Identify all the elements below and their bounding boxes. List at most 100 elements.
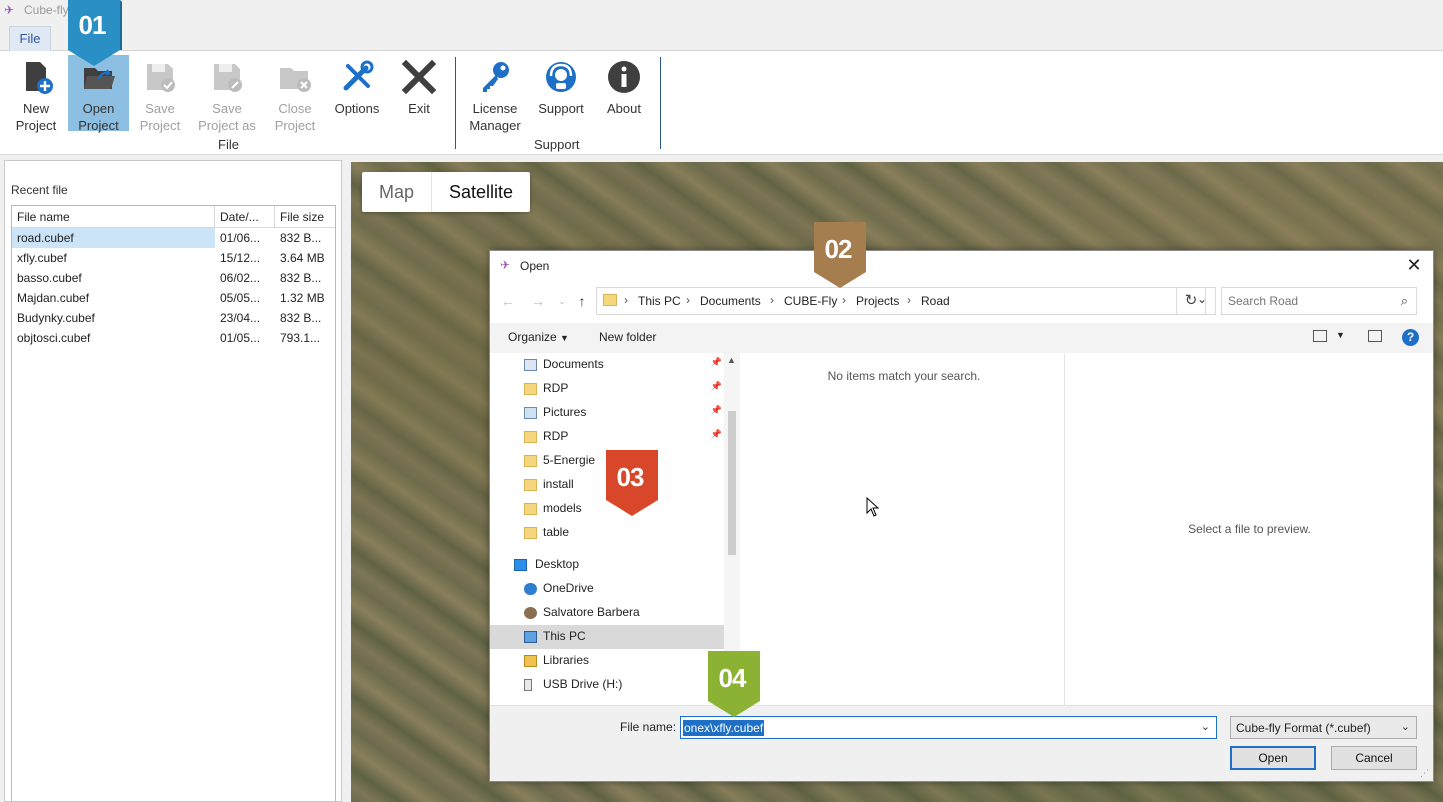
support-button[interactable]: Support (532, 55, 590, 131)
breadcrumb-separator-icon: › (770, 293, 774, 307)
pin-icon: 📌 (710, 405, 722, 415)
file-name-label: File name: (620, 720, 677, 734)
close-project-label-1: Close (278, 101, 312, 116)
nav-item-label: RDP (543, 429, 569, 443)
breadcrumb-separator-icon: › (907, 293, 911, 307)
file-type-value: Cube-fly Format (*.cubef) (1236, 721, 1371, 735)
nav-item-label: Libraries (543, 653, 590, 667)
nav-item[interactable]: Desktop (490, 553, 724, 577)
file-size-cell: 793.1... (280, 331, 321, 345)
cancel-button[interactable]: Cancel (1331, 746, 1417, 770)
breadcrumb-road[interactable]: Road (921, 294, 950, 308)
recent-files-table: File name Date/... File size road.cubef 0… (11, 205, 336, 802)
nav-item-label: RDP (543, 381, 569, 395)
badge-number: 04 (718, 663, 747, 693)
breadcrumb-separator-icon: › (624, 293, 628, 307)
table-row[interactable]: xfly.cubef 15/12... 3.64 MB (12, 248, 335, 268)
file-name-cell: objtosci.cubef (17, 331, 91, 345)
address-bar[interactable]: › This PC › Documents › CUBE-Fly › Proje… (596, 287, 1216, 315)
app-logo-icon: ✈ (4, 3, 15, 17)
up-arrow-icon[interactable]: ↑ (572, 291, 592, 311)
folder-icon (524, 503, 537, 515)
view-options-icon[interactable] (1313, 330, 1327, 342)
open-button[interactable]: Open (1230, 746, 1316, 770)
ribbon-tab-strip: File (0, 22, 1443, 52)
nav-item[interactable]: USB Drive (H:) (490, 673, 724, 697)
table-row[interactable]: Budynky.cubef 23/04... 832 B... (12, 308, 335, 328)
column-header-file-name[interactable]: File name (12, 206, 215, 228)
exit-button[interactable]: Exit (392, 55, 446, 131)
breadcrumb-projects[interactable]: Projects (856, 294, 899, 308)
close-project-button[interactable]: Close Project (268, 55, 322, 133)
scroll-up-arrow-icon[interactable]: ▲ (727, 355, 736, 365)
table-row[interactable]: road.cubef 01/06... 832 B... (12, 228, 335, 248)
help-icon[interactable]: ? (1402, 329, 1419, 346)
file-name-value[interactable]: onex\xfly.cubef (683, 720, 765, 736)
dialog-close-button[interactable]: ✕ (1403, 254, 1425, 276)
group-label-support: Support (534, 137, 580, 152)
cloud-icon (524, 583, 537, 595)
date-cell: 05/05... (220, 291, 261, 305)
preview-pane-icon[interactable] (1368, 330, 1382, 342)
search-icon: ⌕ (1400, 293, 1408, 308)
table-row[interactable]: Majdan.cubef 05/05... 1.32 MB (12, 288, 335, 308)
nav-item[interactable]: Pictures 📌 (490, 401, 724, 425)
nav-item[interactable]: OneDrive (490, 577, 724, 601)
file-list-pane[interactable]: No items match your search. (743, 353, 1065, 705)
breadcrumb-this-pc[interactable]: This PC (638, 294, 681, 308)
resize-grip-icon[interactable]: ⋰ (1420, 768, 1429, 779)
nav-item-label: 5-Energie (543, 453, 596, 467)
new-project-button[interactable]: New Project (8, 55, 64, 133)
about-button[interactable]: About (598, 55, 650, 131)
open-project-button[interactable]: Open Project (68, 55, 129, 133)
nav-item[interactable]: Salvatore Barbera (490, 601, 724, 625)
license-manager-button[interactable]: License Manager (464, 55, 526, 133)
column-header-date[interactable]: Date/... (215, 206, 275, 228)
save-project-label-2: Project (139, 118, 181, 133)
desktop-icon (514, 559, 527, 571)
new-folder-button[interactable]: New folder (599, 330, 656, 344)
nav-item[interactable]: Documents 📌 (490, 353, 724, 377)
map-view-button[interactable]: Map (362, 172, 433, 212)
nav-item[interactable]: RDP 📌 (490, 425, 724, 449)
key-icon (483, 62, 509, 92)
recent-files-rows: road.cubef 01/06... 832 B... xfly.cubef 15/1… (12, 228, 335, 348)
file-name-input[interactable]: onex\xfly.cubef ⌄ (680, 716, 1217, 739)
scrollbar-thumb[interactable] (728, 411, 736, 555)
open-project-label-1: Open (82, 101, 115, 116)
step-badge-01: 01 (66, 0, 128, 66)
refresh-icon[interactable]: ↻ (1176, 287, 1206, 315)
pin-icon: 📌 (710, 429, 722, 439)
save-project-button[interactable]: Save Project (134, 55, 186, 133)
nav-item[interactable]: RDP 📌 (490, 377, 724, 401)
nav-item-label: USB Drive (H:) (543, 677, 623, 691)
table-row[interactable]: objtosci.cubef 01/05... 793.1... (12, 328, 335, 348)
satellite-view-button[interactable]: Satellite (432, 172, 530, 212)
step-badge-03: 03 (604, 450, 660, 516)
window-title: Cube-fly (24, 3, 69, 17)
search-input[interactable] (1228, 293, 1388, 309)
save-project-as-button[interactable]: Save Project as (194, 55, 260, 133)
chevron-down-icon[interactable]: ⌄ (1201, 720, 1210, 733)
nav-item[interactable]: This PC (490, 625, 724, 649)
tab-file[interactable]: File (9, 26, 51, 52)
nav-item[interactable]: table (490, 521, 724, 545)
breadcrumb-documents[interactable]: Documents (700, 294, 761, 308)
command-bar: Organize ▼ New folder ▼ ? (490, 323, 1433, 353)
options-button[interactable]: Options (330, 55, 384, 131)
recent-locations-chevron-icon[interactable]: ⌄ (552, 291, 572, 311)
column-header-file-size[interactable]: File size (275, 206, 335, 228)
breadcrumb-cube-fly[interactable]: CUBE-Fly (784, 294, 837, 308)
file-name-cell: Majdan.cubef (17, 291, 90, 305)
back-arrow-icon[interactable]: ← (498, 291, 518, 311)
pin-icon: 📌 (710, 357, 722, 367)
forward-arrow-icon[interactable]: → (528, 291, 548, 311)
map-type-toggle: Map Satellite (362, 172, 531, 212)
chevron-down-icon[interactable]: ▼ (1336, 330, 1345, 340)
file-type-select[interactable]: Cube-fly Format (*.cubef) ⌄ (1230, 716, 1417, 739)
nav-item[interactable]: Libraries (490, 649, 724, 673)
organize-menu[interactable]: Organize ▼ (508, 330, 569, 344)
table-row[interactable]: basso.cubef 06/02... 832 B... (12, 268, 335, 288)
organize-label: Organize (508, 330, 557, 344)
search-box[interactable]: ⌕ (1221, 287, 1417, 315)
